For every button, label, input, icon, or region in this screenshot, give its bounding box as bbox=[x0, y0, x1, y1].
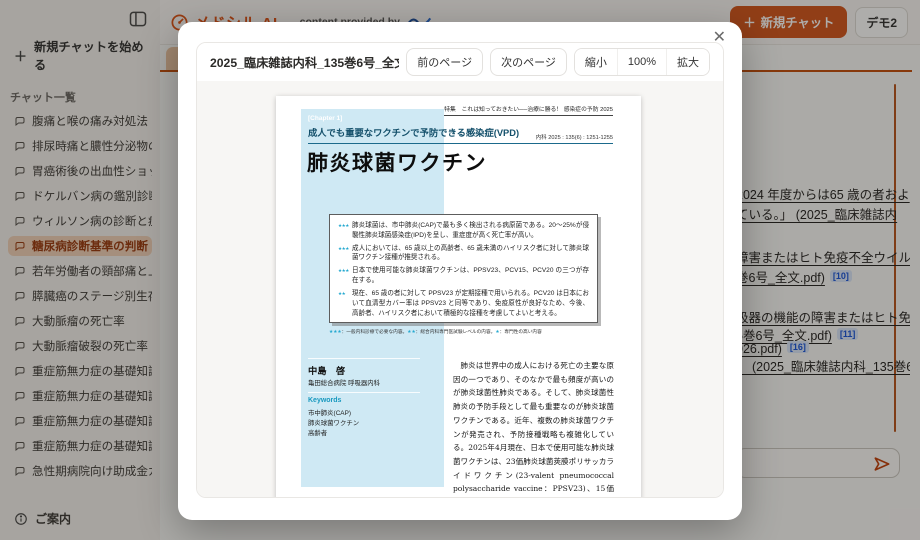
star-legend: ★★★：一般内科診療で必要な内容。★★：総合内科専門医試験レベルの内容。★：専門… bbox=[329, 329, 542, 335]
app-screen: ＋ 新規チャットを始める チャット一覧 腹痛と喉の痛み対処法 排尿時痛と膿性分泌… bbox=[0, 0, 920, 540]
zoom-level: 100% bbox=[617, 49, 666, 75]
pdf-article-title: 肺炎球菌ワクチン bbox=[307, 147, 487, 177]
pdf-chapter-label: [Chapter 1] bbox=[308, 115, 342, 122]
pdf-summary-box: ★★★肺炎球菌は、市中肺炎(CAP)で最も多く検出される病原菌である。20〜25… bbox=[329, 214, 598, 323]
zoom-out-button[interactable]: 縮小 bbox=[575, 49, 617, 75]
pdf-header-rule bbox=[308, 143, 613, 144]
keyword: 高齢者 bbox=[308, 428, 327, 437]
keywords-divider bbox=[308, 392, 420, 393]
summary-point: ★★現在、65 歳の者に対して PPSV23 が定期接種で用いられる。PCV20… bbox=[338, 289, 589, 318]
star-rating: ★★★ bbox=[338, 221, 352, 241]
star-rating: ★★★ bbox=[338, 244, 352, 264]
next-page-button[interactable]: 次のページ bbox=[490, 48, 567, 76]
star-rating: ★★★ bbox=[338, 266, 352, 286]
pdf-filename: 2025_臨床雑誌内科_135巻6号_全文.pdf bbox=[210, 53, 399, 71]
keywords-label: Keywords bbox=[308, 397, 341, 404]
summary-point: ★★★成人においては、65 歳以上の高齢者、65 歳未満のハイリスク者に対して肺… bbox=[338, 244, 589, 264]
pdf-toolbar: 2025_臨床雑誌内科_135巻6号_全文.pdf 前のページ 次のページ 縮小… bbox=[197, 43, 723, 81]
pdf-frame: 2025_臨床雑誌内科_135巻6号_全文.pdf 前のページ 次のページ 縮小… bbox=[196, 42, 724, 498]
summary-point: ★★★日本で使用可能な肺炎球菌ワクチンは、PPSV23、PCV15、PCV20 … bbox=[338, 266, 589, 286]
pdf-affiliation: 亀田総合病院 呼吸器内科 bbox=[308, 378, 380, 387]
pdf-author: 中島 啓 bbox=[308, 363, 345, 377]
pdf-feature-header: 特集 これは知っておきたい──治療に勝る！ 感染症の予防 2025 bbox=[444, 104, 613, 116]
zoom-controls: 縮小 100% 拡大 bbox=[574, 48, 710, 76]
pdf-viewer-canvas[interactable]: 特集 これは知っておきたい──治療に勝る！ 感染症の予防 2025 [Chapt… bbox=[197, 81, 723, 497]
keyword: 肺炎球菌ワクチン bbox=[308, 418, 359, 427]
pdf-viewer-modal: ✕ 2025_臨床雑誌内科_135巻6号_全文.pdf 前のページ 次のページ … bbox=[178, 22, 742, 520]
pdf-series-title: 成人でも重要なワクチンで予防できる感染症(VPD) bbox=[308, 125, 519, 139]
star-rating: ★★ bbox=[338, 289, 352, 318]
author-divider bbox=[308, 358, 420, 359]
pdf-body-text: 肺炎は世界中の成人における死亡の主要な原因の一つであり、そのなかで最も頻度が高い… bbox=[453, 359, 614, 497]
summary-point: ★★★肺炎球菌は、市中肺炎(CAP)で最も多く検出される病原菌である。20〜25… bbox=[338, 221, 589, 241]
pdf-citation: 内科 2025 : 135(6) : 1251-1255 bbox=[536, 133, 613, 141]
prev-page-button[interactable]: 前のページ bbox=[406, 48, 483, 76]
keyword: 市中肺炎(CAP) bbox=[308, 408, 351, 417]
zoom-in-button[interactable]: 拡大 bbox=[666, 49, 709, 75]
pdf-page: 特集 これは知っておきたい──治療に勝る！ 感染症の予防 2025 [Chapt… bbox=[276, 96, 641, 497]
